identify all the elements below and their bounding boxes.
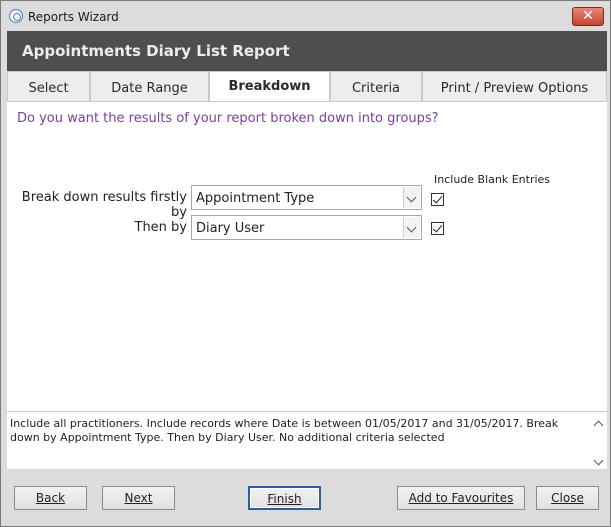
close-window-button[interactable]: ✕ xyxy=(572,7,604,26)
chevron-down-icon[interactable] xyxy=(403,217,420,238)
breakdown-question: Do you want the results of your report b… xyxy=(17,111,439,126)
second-breakdown-value: Diary User xyxy=(196,221,265,236)
title-bar: Reports Wizard ✕ xyxy=(1,1,610,29)
reports-wizard-icon xyxy=(9,9,23,23)
chevron-down-icon[interactable] xyxy=(403,187,420,208)
tab-date-range[interactable]: Date Range xyxy=(90,71,209,102)
back-button[interactable]: Back xyxy=(14,486,87,510)
include-blank-entries-label: Include Blank Entries xyxy=(434,173,551,186)
summary-text: Include all practitioners. Include recor… xyxy=(10,417,559,444)
report-header: Appointments Diary List Report xyxy=(7,31,607,71)
tab-criteria[interactable]: Criteria xyxy=(330,71,422,102)
first-breakdown-value: Appointment Type xyxy=(196,191,315,206)
tab-breakdown[interactable]: Breakdown xyxy=(209,71,330,103)
tab-select[interactable]: Select xyxy=(7,71,90,102)
second-include-blank-checkbox[interactable] xyxy=(431,222,444,235)
finish-button[interactable]: Finish xyxy=(248,486,321,510)
breakdown-panel: Do you want the results of your report b… xyxy=(7,101,607,411)
criteria-summary: Include all practitioners. Include recor… xyxy=(7,411,607,469)
tab-print-preview-options[interactable]: Print / Preview Options xyxy=(422,71,607,102)
report-title: Appointments Diary List Report xyxy=(22,42,290,60)
reports-wizard-window: Reports Wizard ✕ Appointments Diary List… xyxy=(0,0,611,527)
scroll-down-icon[interactable] xyxy=(592,456,604,468)
close-button[interactable]: Close xyxy=(536,486,599,510)
add-to-favourites-button[interactable]: Add to Favourites xyxy=(397,486,525,510)
second-breakdown-label: Then by xyxy=(134,220,188,235)
close-icon: ✕ xyxy=(582,8,594,24)
window-title: Reports Wizard xyxy=(28,10,119,24)
next-button[interactable]: Next xyxy=(102,486,175,510)
first-include-blank-checkbox[interactable] xyxy=(431,193,444,206)
first-breakdown-label: Break down results firstly by xyxy=(21,190,187,220)
wizard-footer: Back Next Finish Add to Favourites Close xyxy=(1,469,610,526)
second-breakdown-select[interactable]: Diary User xyxy=(191,215,422,240)
wizard-tabs: Select Date Range Breakdown Criteria Pri… xyxy=(7,71,607,103)
first-breakdown-select[interactable]: Appointment Type xyxy=(191,185,422,210)
scroll-up-icon[interactable] xyxy=(592,418,604,430)
